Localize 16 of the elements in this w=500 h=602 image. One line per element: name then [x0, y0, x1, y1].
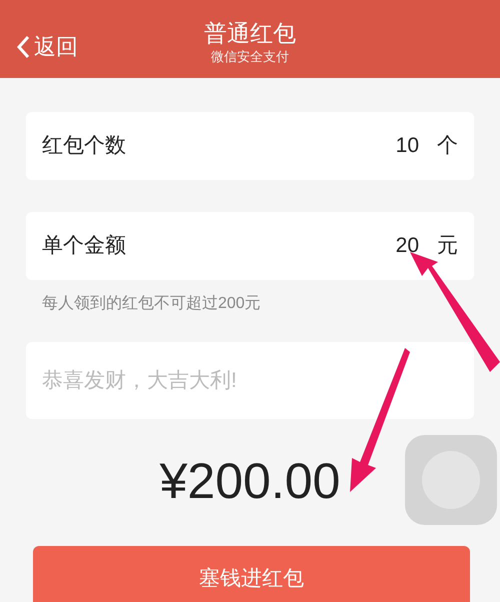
field-label: 单个金额 [42, 233, 127, 260]
hint-text: 每人领到的红包不可超过200元 [41, 294, 262, 314]
input-row[interactable]: 红包个数 10 个 [26, 112, 474, 180]
field-value: 20 [396, 233, 419, 260]
field-label: 红包个数 [42, 133, 127, 160]
field-value: 10 [396, 133, 419, 160]
screen-title: 普通红包 [204, 19, 296, 48]
message-field[interactable]: 恭喜发财，大吉大利! [26, 342, 474, 419]
unit-label: 元 [437, 233, 458, 260]
assistive-touch-button[interactable] [405, 435, 497, 525]
input-row[interactable]: 单个金额 20 元 [26, 212, 474, 280]
back-chevron-icon [16, 34, 30, 58]
unit-label: 个 [437, 133, 458, 160]
total-amount: ¥200.00 [160, 452, 340, 511]
back-button[interactable]: 返回 [16, 30, 78, 63]
screen-subtitle: 微信安全支付 [211, 48, 289, 66]
